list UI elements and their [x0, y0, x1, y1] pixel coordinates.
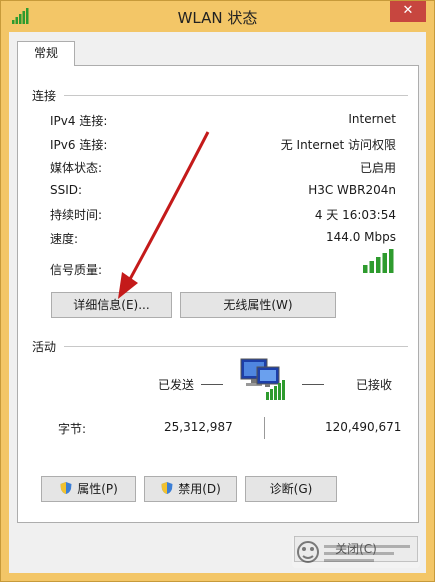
received-dash [302, 384, 324, 385]
disable-button-label: 禁用(D) [178, 482, 221, 496]
signal-strength-icon [363, 249, 394, 273]
bytes-label: 字节: [58, 422, 87, 436]
bytes-separator [264, 417, 265, 439]
duration-label: 持续时间: [50, 208, 103, 222]
ipv4-label: IPv4 连接: [50, 114, 108, 128]
media-state-label: 媒体状态: [50, 161, 103, 175]
ipv6-value: 无 Internet 访问权限 [280, 138, 396, 152]
dialog-client: 常规 连接 IPv4 连接: Internet IPv6 连接: 无 Inter… [9, 32, 426, 573]
ssid-value: H3C WBR204n [308, 183, 396, 197]
speed-value: 144.0 Mbps [325, 230, 396, 244]
watermark-logo [292, 536, 420, 568]
properties-button-label: 属性(P) [77, 482, 118, 496]
network-computers-icon [240, 358, 285, 400]
properties-button[interactable]: 属性(P) [41, 476, 136, 502]
diagnose-button[interactable]: 诊断(G) [245, 476, 337, 502]
ipv4-value: Internet [348, 112, 396, 126]
bytes-received-value: 120,490,671 [325, 420, 402, 434]
general-panel: 连接 IPv4 连接: Internet IPv6 连接: 无 Internet… [17, 65, 419, 523]
sent-label: 已发送 [158, 378, 195, 392]
activity-heading: 活动 [32, 340, 57, 354]
connection-heading: 连接 [32, 89, 57, 103]
ssid-label: SSID: [50, 183, 83, 197]
tab-general[interactable]: 常规 [17, 41, 75, 66]
media-state-value: 已启用 [359, 161, 396, 175]
speed-label: 速度: [50, 232, 79, 246]
wireless-properties-button[interactable]: 无线属性(W) [180, 292, 336, 318]
signal-quality-label: 信号质量: [50, 263, 103, 277]
shield-icon [161, 482, 173, 494]
sent-dash [201, 384, 223, 385]
duration-value: 4 天 16:03:54 [314, 208, 396, 222]
bytes-sent-value: 25,312,987 [164, 420, 233, 434]
ipv6-label: IPv6 连接: [50, 138, 108, 152]
window-title: WLAN 状态 [177, 9, 258, 27]
connection-divider [64, 95, 408, 96]
title-bar[interactable]: WLAN 状态 ✕ [1, 1, 434, 32]
details-button[interactable]: 详细信息(E)... [51, 292, 172, 318]
wlan-status-window: WLAN 状态 ✕ 常规 连接 IPv4 连接: Internet IPv6 连… [0, 0, 435, 582]
disable-button[interactable]: 禁用(D) [144, 476, 237, 502]
activity-divider [64, 346, 408, 347]
close-icon[interactable]: ✕ [390, 1, 426, 22]
shield-icon [60, 482, 72, 494]
received-label: 已接收 [356, 378, 393, 392]
